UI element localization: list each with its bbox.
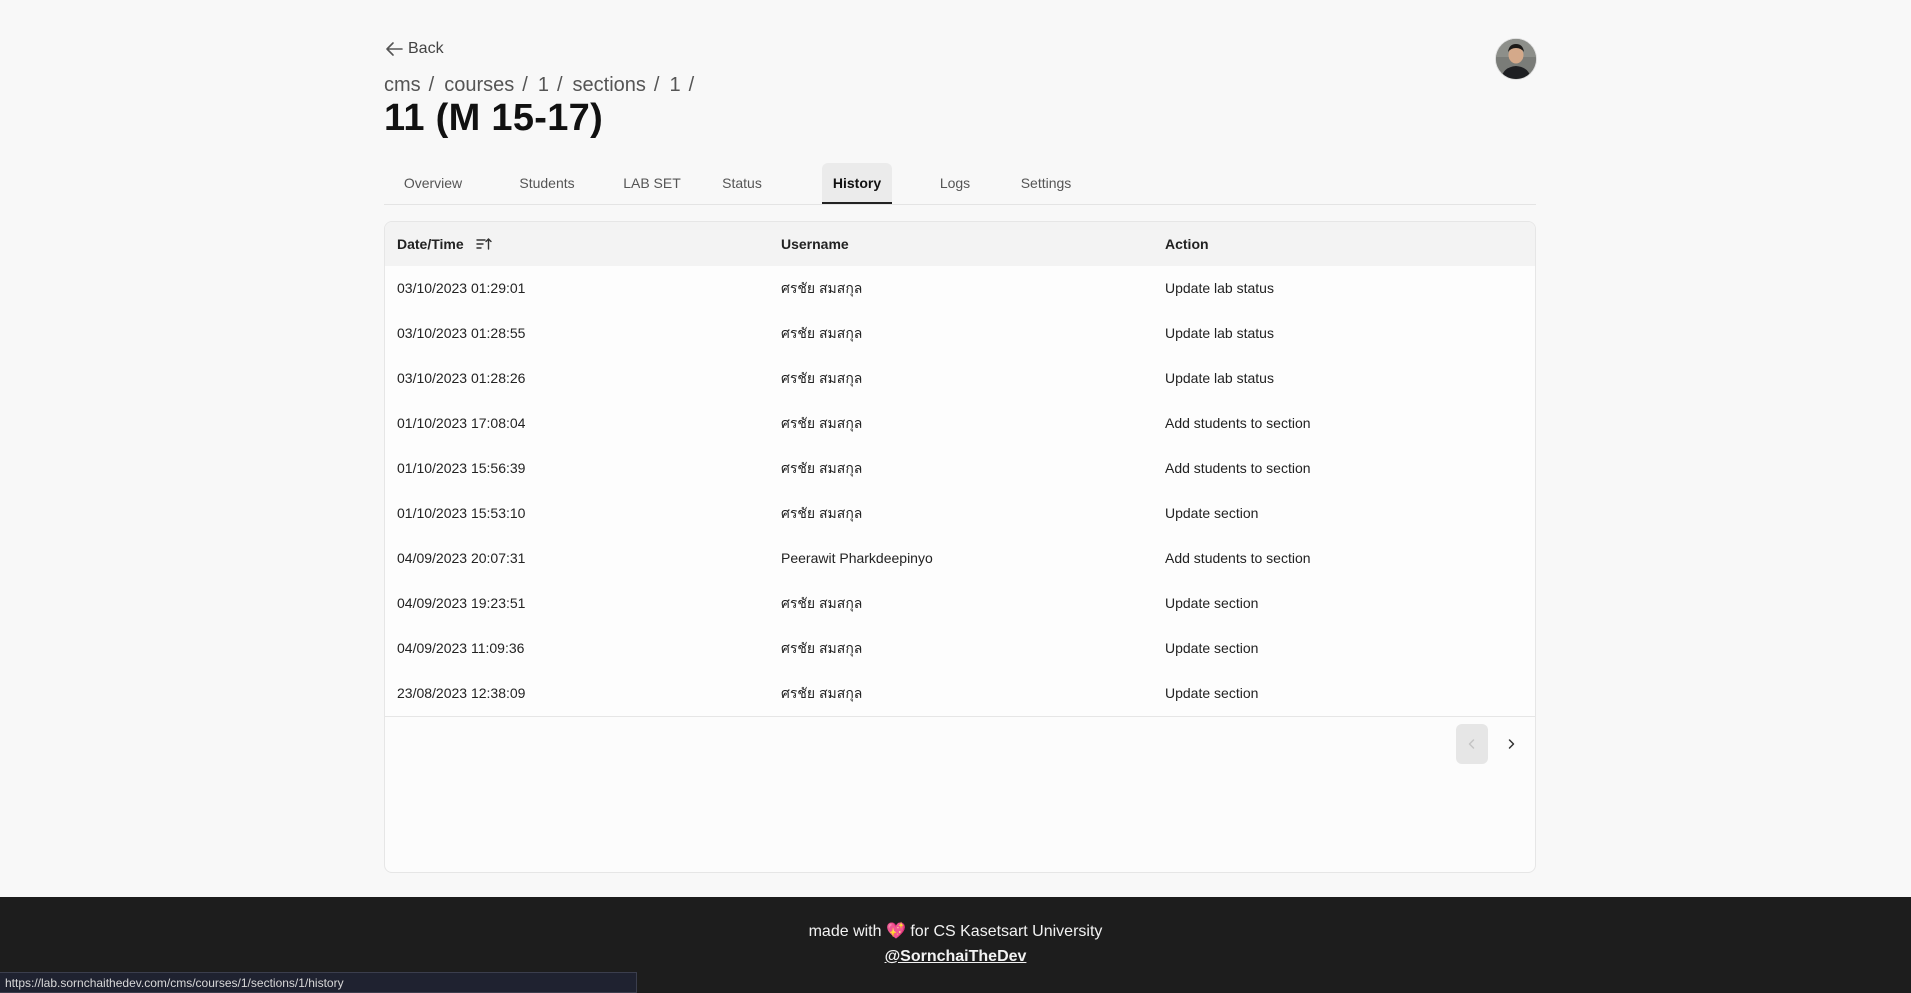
cell-username: ศรชัย สมสกุล xyxy=(781,370,863,386)
cell-username: ศรชัย สมสกุล xyxy=(781,415,863,431)
cell-username: ศรชัย สมสกุล xyxy=(781,505,863,521)
chevron-right-icon xyxy=(1508,739,1515,749)
cell-action: Add students to section xyxy=(1165,415,1311,431)
cell-username: ศรชัย สมสกุล xyxy=(781,640,863,656)
column-header-username: Username xyxy=(781,236,849,252)
column-header-datetime[interactable]: Date/Time xyxy=(397,222,492,266)
cell-action: Add students to section xyxy=(1165,460,1311,476)
author-link[interactable]: @SornchaiTheDev xyxy=(0,947,1911,967)
sort-ascending-icon[interactable] xyxy=(475,237,492,251)
table-row: 03/10/2023 01:28:55 ศรชัย สมสกุล Update … xyxy=(385,311,1535,357)
cell-action: Update lab status xyxy=(1165,280,1274,296)
user-avatar-icon xyxy=(1496,39,1536,79)
cell-datetime: 23/08/2023 12:38:09 xyxy=(397,685,526,701)
breadcrumb-item-course-id[interactable]: 1 xyxy=(538,74,549,97)
cell-username: ศรชัย สมสกุล xyxy=(781,280,863,296)
chevron-left-icon xyxy=(1468,739,1475,749)
breadcrumb-item-cms[interactable]: cms xyxy=(384,74,421,97)
table-row: 03/10/2023 01:29:01 ศรชัย สมสกุล Update … xyxy=(385,266,1535,312)
breadcrumb-item-courses[interactable]: courses xyxy=(444,74,514,97)
cell-datetime: 04/09/2023 20:07:31 xyxy=(397,550,526,566)
tab-status[interactable]: Status xyxy=(710,163,774,203)
cell-username: Peerawit Pharkdeepinyo xyxy=(781,550,933,566)
table-row: 01/10/2023 15:56:39 ศรชัย สมสกุล Add stu… xyxy=(385,446,1535,492)
breadcrumb-separator: / xyxy=(688,74,695,96)
tab-settings[interactable]: Settings xyxy=(1011,163,1081,203)
tab-lab-set[interactable]: LAB SET xyxy=(615,163,689,203)
browser-status-bar: https://lab.sornchaithedev.com/cms/cours… xyxy=(0,972,637,993)
footer-credit: made with 💖 for CS Kasetsart University xyxy=(0,922,1911,942)
breadcrumb-item-sections[interactable]: sections xyxy=(573,74,646,97)
tab-overview[interactable]: Overview xyxy=(384,163,482,203)
back-label: Back xyxy=(408,40,444,57)
heart-icon: 💖 xyxy=(885,923,906,940)
table-row: 04/09/2023 11:09:36 ศรชัย สมสกุล Update … xyxy=(385,626,1535,672)
tab-logs[interactable]: Logs xyxy=(924,163,986,203)
cell-datetime: 04/09/2023 11:09:36 xyxy=(397,640,525,656)
table-header: Date/Time Username Action xyxy=(385,222,1535,266)
breadcrumb-separator: / xyxy=(428,74,435,96)
cell-username: ศรชัย สมสกุล xyxy=(781,595,863,611)
cell-action: Update section xyxy=(1165,595,1259,611)
cell-username: ศรชัย สมสกุล xyxy=(781,325,863,341)
cell-datetime: 03/10/2023 01:29:01 xyxy=(397,280,526,296)
cell-datetime: 04/09/2023 19:23:51 xyxy=(397,595,526,611)
breadcrumb-separator: / xyxy=(653,74,660,96)
table-row: 01/10/2023 15:53:10 ศรชัย สมสกุล Update … xyxy=(385,491,1535,537)
table-row: 04/09/2023 19:23:51 ศรชัย สมสกุล Update … xyxy=(385,581,1535,627)
tab-history[interactable]: History xyxy=(822,163,892,204)
column-header-action: Action xyxy=(1165,236,1209,252)
arrow-left-icon xyxy=(386,42,403,56)
column-header-label: Date/Time xyxy=(397,236,464,252)
table-row: 23/08/2023 12:38:09 ศรชัย สมสกุล Update … xyxy=(385,671,1535,717)
breadcrumb: cms / courses / 1 / sections / 1 / xyxy=(384,74,704,97)
table-row: 01/10/2023 17:08:04 ศรชัย สมสกุล Add stu… xyxy=(385,401,1535,447)
cell-action: Update section xyxy=(1165,505,1259,521)
page-title: 11 (M 15-17) xyxy=(384,97,604,139)
footer-prefix: made with xyxy=(808,923,882,940)
footer-suffix: for CS Kasetsart University xyxy=(910,923,1103,940)
cell-datetime: 03/10/2023 01:28:55 xyxy=(397,325,526,341)
table-row: 03/10/2023 01:28:26 ศรชัย สมสกุล Update … xyxy=(385,356,1535,402)
breadcrumb-separator: / xyxy=(556,74,563,96)
cell-action: Update lab status xyxy=(1165,370,1274,386)
breadcrumb-item-section-id[interactable]: 1 xyxy=(669,74,680,97)
pagination-prev-button[interactable] xyxy=(1456,724,1488,764)
tab-bar: Overview Students LAB SET Status History… xyxy=(384,163,1536,205)
cell-datetime: 01/10/2023 17:08:04 xyxy=(397,415,526,431)
avatar[interactable] xyxy=(1496,39,1536,79)
tab-students[interactable]: Students xyxy=(504,163,590,203)
cell-action: Update section xyxy=(1165,685,1259,701)
cell-username: ศรชัย สมสกุล xyxy=(781,685,863,701)
cell-datetime: 03/10/2023 01:28:26 xyxy=(397,370,526,386)
cell-action: Update section xyxy=(1165,640,1259,656)
pagination-next-button[interactable] xyxy=(1495,724,1527,764)
cell-action: Update lab status xyxy=(1165,325,1274,341)
cell-datetime: 01/10/2023 15:53:10 xyxy=(397,505,526,521)
cell-datetime: 01/10/2023 15:56:39 xyxy=(397,460,526,476)
history-table: Date/Time Username Action 03/10/2023 01:… xyxy=(384,221,1536,873)
cell-action: Add students to section xyxy=(1165,550,1311,566)
breadcrumb-separator: / xyxy=(522,74,528,96)
back-link[interactable]: Back xyxy=(384,40,444,58)
cell-username: ศรชัย สมสกุล xyxy=(781,460,863,476)
table-row: 04/09/2023 20:07:31 Peerawit Pharkdeepin… xyxy=(385,536,1535,582)
